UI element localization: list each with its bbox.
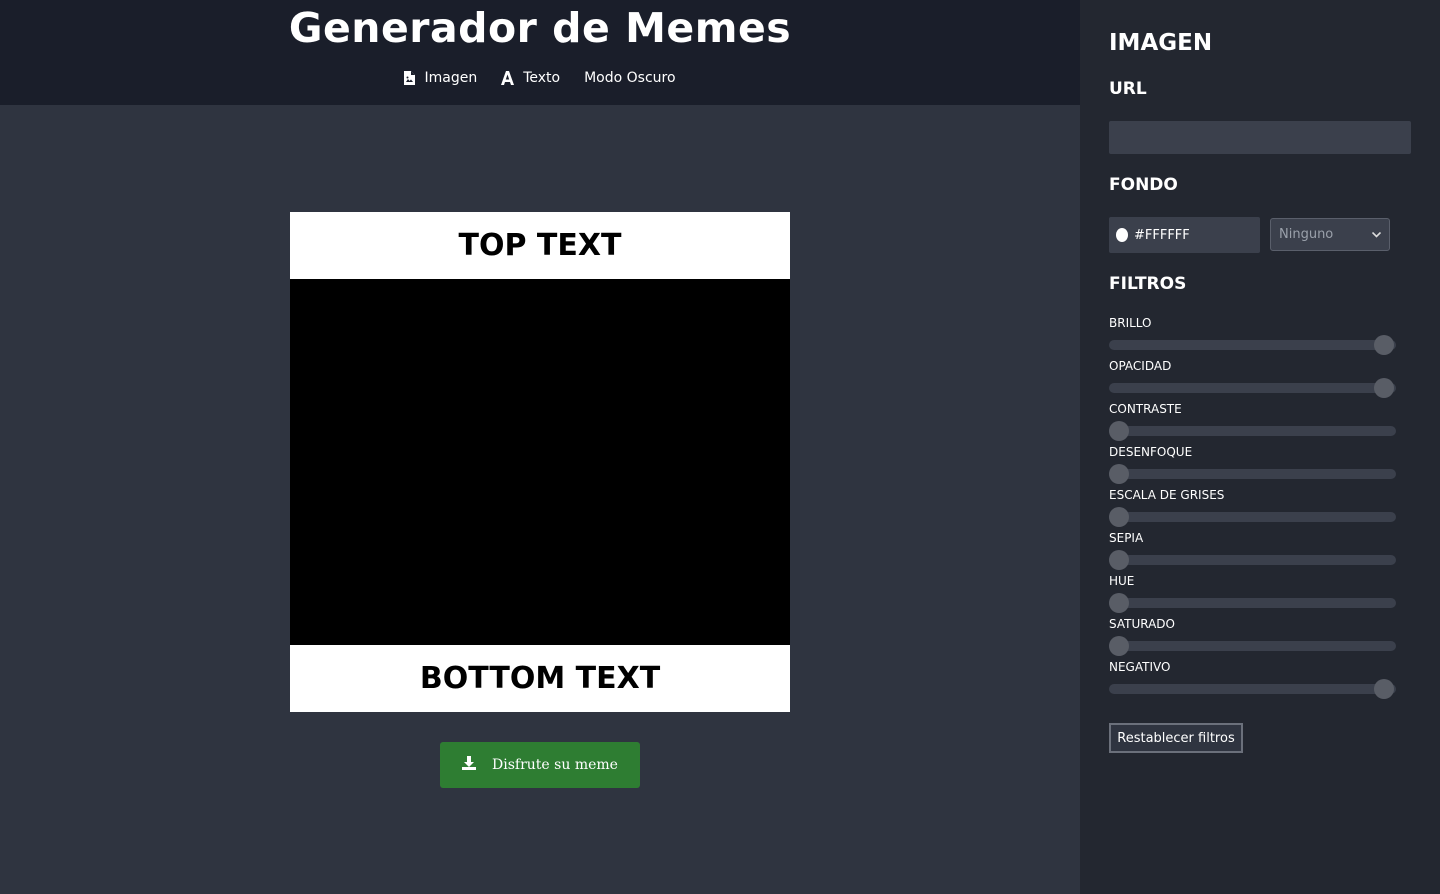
side-panel: IMAGEN URL FONDO #FFFFFF Ninguno FILTROS… (1080, 0, 1440, 894)
filter-label: OPACIDAD (1109, 359, 1172, 373)
slider-thumb[interactable] (1374, 335, 1394, 355)
background-color-picker[interactable]: #FFFFFF (1109, 217, 1260, 253)
filter-label: ESCALA DE GRISES (1109, 488, 1225, 502)
nav-item-texto[interactable]: Texto (501, 70, 560, 86)
nav-item-label: Texto (523, 70, 561, 86)
header: Generador de Memes Imagen Texto Modo Osc… (0, 0, 1080, 105)
meme-image (290, 279, 790, 645)
filters-label: FILTROS (1109, 274, 1187, 294)
filter-label: BRILLO (1109, 316, 1152, 330)
nav-item-imagen[interactable]: Imagen (404, 70, 477, 86)
download-label: Disfrute su meme (492, 757, 618, 773)
filter-slider[interactable] (1109, 335, 1396, 355)
blend-mode-value: Ninguno (1279, 227, 1334, 242)
nav-item-modo-oscuro[interactable]: Modo Oscuro (584, 70, 675, 86)
nav-bar: Imagen Texto Modo Oscuro (0, 70, 1080, 86)
filter-slider[interactable] (1109, 636, 1396, 656)
filter-label: DESENFOQUE (1109, 445, 1193, 459)
filter-label: SATURADO (1109, 617, 1175, 631)
slider-thumb[interactable] (1109, 550, 1129, 570)
url-input[interactable] (1109, 121, 1411, 154)
filter-slider[interactable] (1109, 507, 1396, 527)
filter-slider[interactable] (1109, 593, 1396, 613)
slider-thumb[interactable] (1109, 464, 1129, 484)
chevron-down-icon (1371, 227, 1382, 242)
slider-thumb[interactable] (1109, 421, 1129, 441)
download-button[interactable]: Disfrute su meme (440, 742, 640, 788)
filter-slider[interactable] (1109, 550, 1396, 570)
download-icon (462, 756, 477, 774)
slider-thumb[interactable] (1374, 679, 1394, 699)
filter-label: HUE (1109, 574, 1135, 588)
filter-slider[interactable] (1109, 464, 1396, 484)
filter-label: SEPIA (1109, 531, 1144, 545)
page-title: Generador de Memes (288, 4, 792, 52)
filter-slider[interactable] (1109, 378, 1396, 398)
filter-label: NEGATIVO (1109, 660, 1171, 674)
panel-title: IMAGEN (1109, 30, 1213, 56)
filter-label: CONTRASTE (1109, 402, 1182, 416)
blend-mode-select[interactable]: Ninguno (1270, 218, 1390, 251)
color-swatch (1116, 228, 1128, 242)
background-color-value: #FFFFFF (1134, 227, 1190, 243)
font-icon (501, 71, 515, 85)
main-area: Generador de Memes Imagen Texto Modo Osc… (0, 0, 1080, 894)
reset-filters-button[interactable]: Restablecer filtros (1109, 723, 1243, 753)
file-image-icon (404, 71, 416, 85)
slider-thumb[interactable] (1109, 593, 1129, 613)
nav-item-label: Imagen (424, 70, 478, 86)
url-label: URL (1109, 79, 1147, 99)
nav-item-label: Modo Oscuro (584, 70, 676, 86)
slider-thumb[interactable] (1109, 636, 1129, 656)
slider-thumb[interactable] (1374, 378, 1394, 398)
meme-bottom-text: BOTTOM TEXT (419, 661, 661, 696)
meme-canvas: TOP TEXT BOTTOM TEXT (290, 212, 790, 712)
background-label: FONDO (1109, 175, 1178, 195)
slider-thumb[interactable] (1109, 507, 1129, 527)
filter-slider[interactable] (1109, 421, 1396, 441)
meme-top-text: TOP TEXT (458, 228, 622, 263)
filter-slider[interactable] (1109, 679, 1396, 699)
